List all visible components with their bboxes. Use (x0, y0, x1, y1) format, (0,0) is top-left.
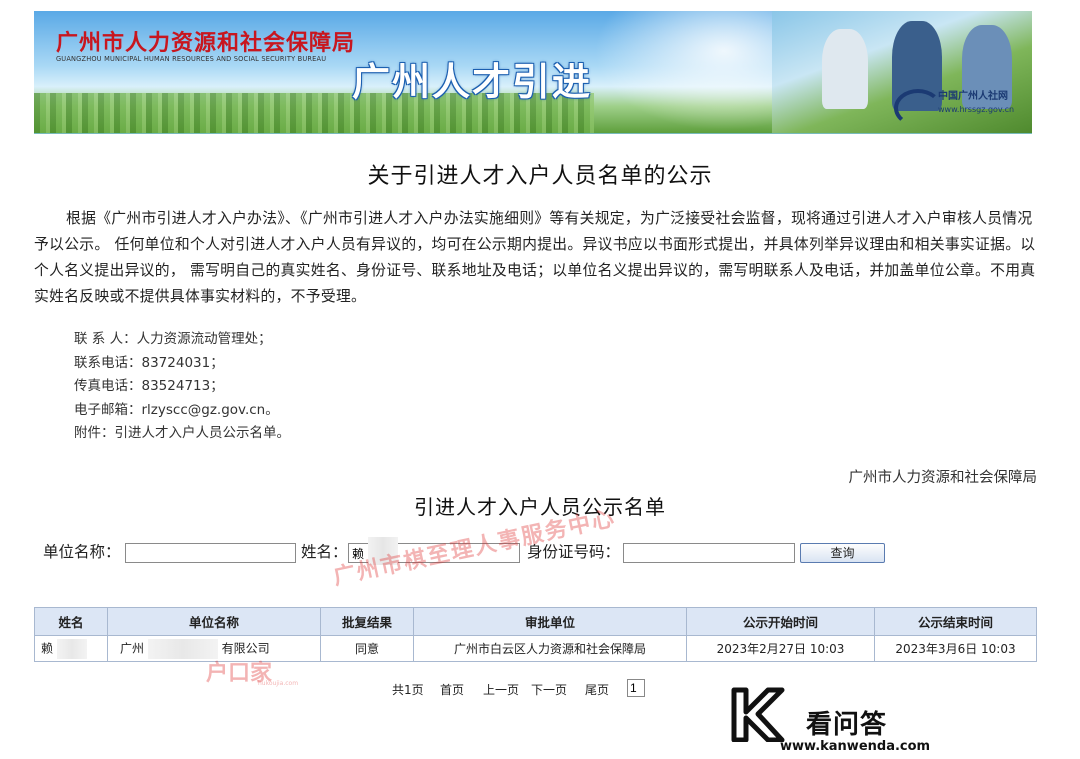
banner-title: 广州人才引进 (352, 60, 593, 104)
contact-phone: 联系电话：83724031； (74, 354, 224, 371)
table-header-row: 姓名 单位名称 批复结果 审批单位 公示开始时间 公示结束时间 (34, 607, 1037, 636)
site-logo[interactable]: 中国广州人社网 www.hrssgz.gov.cn (894, 81, 1024, 127)
cell-name: 赖 (34, 635, 108, 662)
contact-person: 联 系 人：人力资源流动管理处； (74, 331, 272, 347)
pager-total: 共1页 (392, 683, 424, 697)
kanwenda-logo-icon (731, 687, 785, 742)
pager-next[interactable]: 下一页 (531, 681, 567, 698)
cell-end-time: 2023年3月6日 10:03 (874, 635, 1037, 662)
pager-last[interactable]: 尾页 (585, 681, 609, 698)
cell-approver: 广州市白云区人力资源和社会保障局 (413, 635, 687, 662)
results-table: 姓名 单位名称 批复结果 审批单位 公示开始时间 公示结束时间 赖 广州 有限公… (34, 607, 1037, 662)
watermark-logo-url: hukoujia.com (258, 680, 299, 687)
unit-name-input[interactable] (125, 543, 296, 563)
contact-info: 联 系 人：人力资源流动管理处； 联系电话：83724031； 传真电话：835… (74, 328, 290, 446)
cell-result: 同意 (320, 635, 414, 662)
page-number-input[interactable] (627, 679, 645, 697)
kanwenda-url: www.kanwenda.com (780, 739, 931, 754)
bureau-name: 广州市人力资源和社会保障局 (56, 31, 356, 56)
cell-name-text: 赖 (41, 641, 54, 655)
redaction-mask (56, 638, 87, 659)
column-header: 姓名 (34, 607, 108, 636)
column-header: 审批单位 (413, 607, 687, 636)
table-row[interactable]: 赖 广州 有限公司 同意 广州市白云区人力资源和社会保障局 2023年2月27日… (34, 635, 1037, 662)
contact-email: 电子邮箱：rlzyscc@gz.gov.cn。 (74, 401, 279, 418)
cell-unit-prefix: 广州 (120, 641, 145, 655)
cell-unit-suffix: 有限公司 (221, 641, 270, 655)
query-button[interactable]: 查询 (800, 543, 885, 563)
banner-person (822, 29, 868, 109)
column-header: 单位名称 (107, 607, 321, 636)
site-logo-name: 中国广州人社网 (938, 91, 1008, 102)
site-logo-url: www.hrssgz.gov.cn (938, 105, 1015, 114)
column-header: 公示开始时间 (686, 607, 875, 636)
pager-prev[interactable]: 上一页 (483, 681, 519, 698)
pager-first[interactable]: 首页 (440, 681, 464, 698)
contact-attachment: 附件：引进人才入户人员公示名单。 (74, 425, 290, 441)
column-header: 批复结果 (320, 607, 414, 636)
swoosh-icon (894, 89, 942, 127)
cell-start-time: 2023年2月27日 10:03 (686, 635, 875, 662)
issuer-signature: 广州市人力资源和社会保障局 (848, 470, 1038, 486)
id-number-input[interactable] (623, 543, 795, 563)
kanwenda-name: 看问答 (806, 710, 888, 740)
bureau-name-en: GUANGZHOU MUNICIPAL HUMAN RESOURCES AND … (56, 55, 327, 63)
unit-name-label: 单位名称： (43, 543, 121, 561)
notice-paragraph: 根据《广州市引进人才入户办法》、《广州市引进人才入户办法实施细则》等有关规定，为… (34, 210, 1036, 305)
contact-fax: 传真电话：83524713； (74, 378, 224, 394)
column-header: 公示结束时间 (874, 607, 1037, 636)
header-banner: 广州市人力资源和社会保障局 GUANGZHOU MUNICIPAL HUMAN … (34, 11, 1032, 134)
page-title: 关于引进人才入户人员名单的公示 (367, 164, 713, 189)
banner-photo: 中国广州人社网 www.hrssgz.gov.cn (772, 11, 1032, 133)
